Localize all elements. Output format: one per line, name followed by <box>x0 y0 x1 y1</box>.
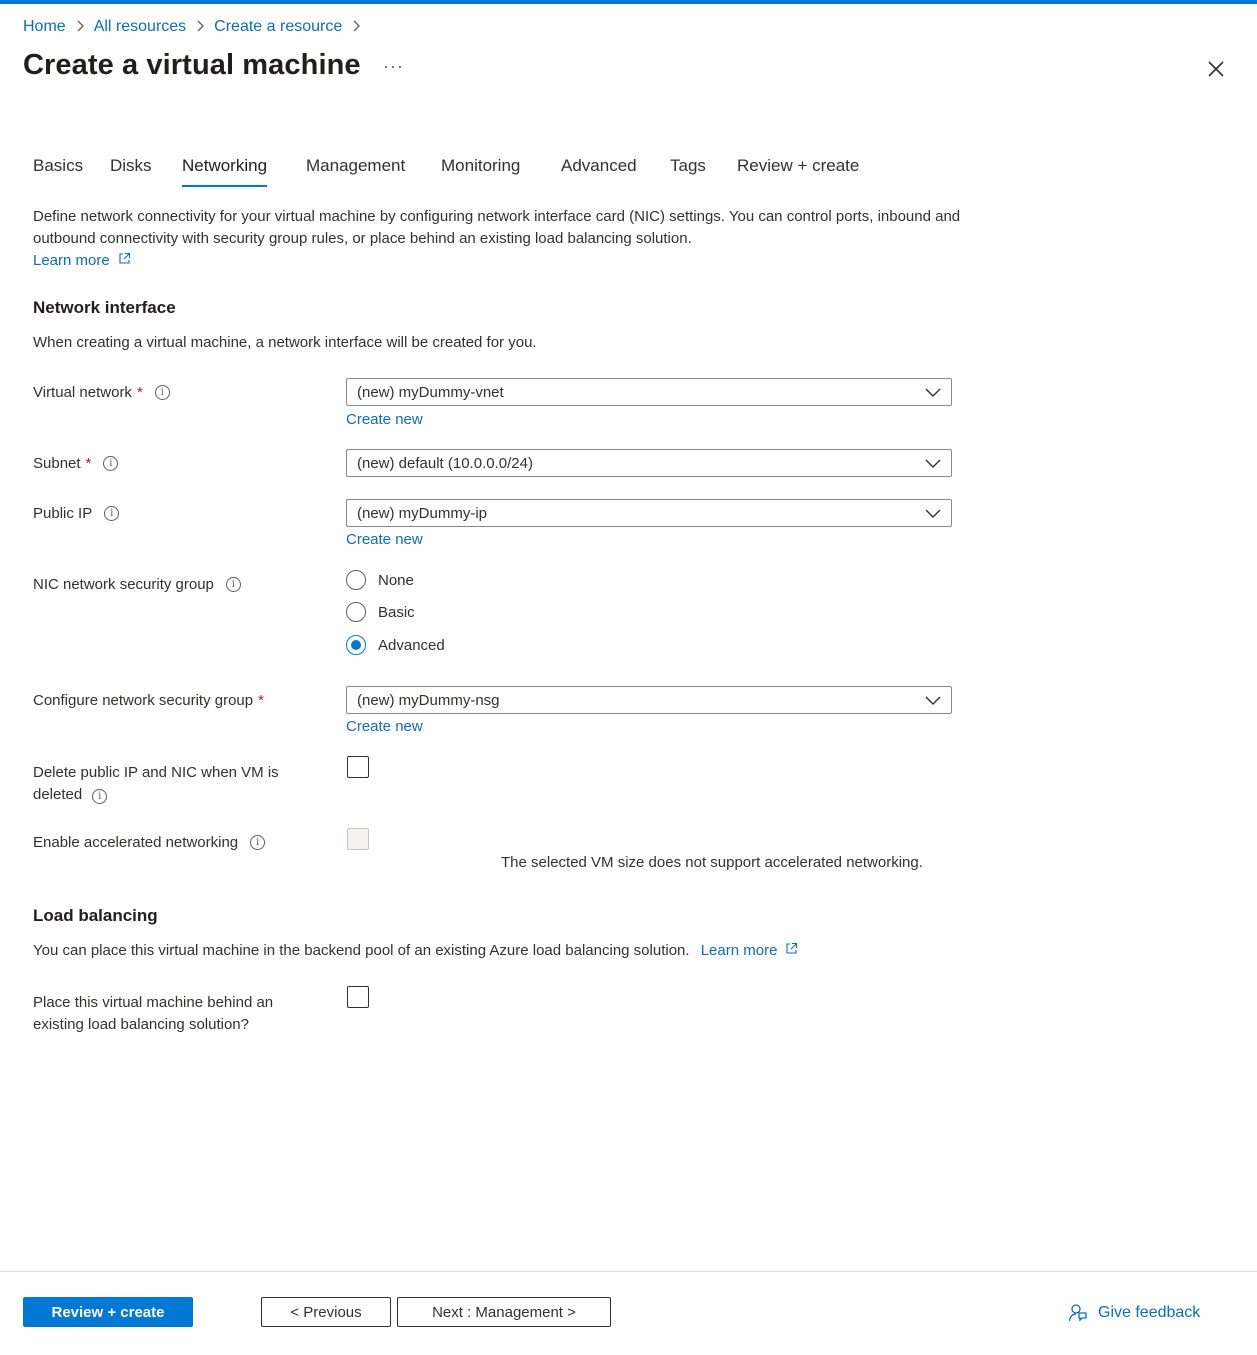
delete-public-ip-label-line1: Delete public IP and NIC when VM is <box>33 764 279 781</box>
intro-description: Define network connectivity for your vir… <box>33 206 963 272</box>
nsg-radio-advanced[interactable]: Advanced <box>346 635 445 655</box>
network-interface-heading: Network interface <box>33 298 176 317</box>
public-ip-label: Public IP i <box>33 505 120 522</box>
subnet-value: (new) default (10.0.0.0/24) <box>357 454 533 472</box>
close-button[interactable] <box>1205 58 1227 80</box>
place-behind-lb-label-line2: existing load balancing solution? <box>33 1016 249 1033</box>
info-icon[interactable]: i <box>225 577 241 592</box>
nsg-radio-none[interactable]: None <box>346 570 414 590</box>
radio-label: Advanced <box>378 636 445 654</box>
next-management-button[interactable]: Next : Management > <box>397 1297 611 1327</box>
create-new-public-ip-link[interactable]: Create new <box>346 531 423 548</box>
required-asterisk: * <box>136 384 143 401</box>
learn-more-label: Learn more <box>700 942 778 959</box>
radio-circle <box>346 570 366 590</box>
chevron-down-icon <box>925 696 941 705</box>
delete-public-ip-checkbox[interactable] <box>347 756 369 778</box>
top-accent-bar <box>0 0 1257 4</box>
place-behind-lb-label-line1: Place this virtual machine behind an <box>33 994 274 1011</box>
info-icon[interactable]: i <box>103 456 119 471</box>
configure-nsg-dropdown[interactable]: (new) myDummy-nsg <box>346 686 952 714</box>
create-new-vnet-link[interactable]: Create new <box>346 411 423 428</box>
intro-text: Define network connectivity for your vir… <box>33 208 961 247</box>
chevron-down-icon <box>925 388 941 397</box>
virtual-network-label: Virtual network * i <box>33 384 170 401</box>
network-interface-description: When creating a virtual machine, a netwo… <box>33 334 537 351</box>
chevron-right-icon <box>196 19 205 35</box>
delete-public-ip-label-line2: deleted <box>33 786 83 803</box>
page-title: Create a virtual machine <box>23 49 361 81</box>
configure-nsg-value: (new) myDummy-nsg <box>357 691 500 709</box>
radio-label: Basic <box>378 603 415 621</box>
radio-label: None <box>378 571 414 589</box>
info-icon[interactable]: i <box>104 506 120 521</box>
place-behind-lb-label: Place this virtual machine behind an exi… <box>33 992 273 1036</box>
load-balancing-description-text: You can place this virtual machine in th… <box>33 942 690 959</box>
external-link-icon <box>119 252 130 264</box>
previous-button[interactable]: < Previous <box>261 1297 391 1327</box>
tab-monitoring[interactable]: Monitoring <box>441 156 520 176</box>
chevron-right-icon <box>76 19 84 35</box>
radio-circle-selected <box>346 635 366 655</box>
review-create-button[interactable]: Review + create <box>23 1297 193 1327</box>
tab-disks[interactable]: Disks <box>110 156 152 176</box>
footer-divider <box>0 1271 1257 1272</box>
load-balancing-learn-more-link[interactable]: Learn more <box>701 942 798 959</box>
public-ip-dropdown[interactable]: (new) myDummy-ip <box>346 499 952 527</box>
breadcrumb-all-resources[interactable]: All resources <box>94 18 186 36</box>
more-options-button[interactable]: ··· <box>383 56 404 77</box>
nic-nsg-label-text: NIC network security group <box>33 576 214 593</box>
required-asterisk: * <box>85 455 92 472</box>
tab-management[interactable]: Management <box>306 156 405 176</box>
accelerated-networking-label-text: Enable accelerated networking <box>33 834 239 851</box>
feedback-icon <box>1068 1304 1087 1322</box>
info-icon[interactable]: i <box>250 835 266 850</box>
tab-networking[interactable]: Networking <box>182 156 268 187</box>
virtual-network-label-text: Virtual network <box>33 384 132 401</box>
load-balancing-description: You can place this virtual machine in th… <box>33 942 798 959</box>
info-icon[interactable]: i <box>154 385 170 400</box>
info-icon[interactable]: i <box>92 789 108 804</box>
subnet-label: Subnet * i <box>33 455 119 472</box>
configure-nsg-label-text: Configure network security group <box>33 692 254 709</box>
accelerated-networking-note: The selected VM size does not support ac… <box>501 854 923 871</box>
place-behind-lb-checkbox[interactable] <box>347 986 369 1008</box>
breadcrumb: Home All resources Create a resource <box>23 16 370 38</box>
breadcrumb-create-resource[interactable]: Create a resource <box>214 18 342 36</box>
nic-nsg-label: NIC network security group i <box>33 576 241 593</box>
learn-more-label: Learn more <box>33 252 110 269</box>
delete-public-ip-label: Delete public IP and NIC when VM is dele… <box>33 762 279 806</box>
tab-tags[interactable]: Tags <box>670 156 706 176</box>
close-icon <box>1208 61 1224 77</box>
create-new-nsg-link[interactable]: Create new <box>346 718 423 735</box>
public-ip-label-text: Public IP <box>33 505 93 522</box>
tab-basics[interactable]: Basics <box>33 156 83 176</box>
radio-circle <box>346 602 366 622</box>
external-link-icon <box>786 942 797 954</box>
chevron-right-icon <box>352 19 361 35</box>
accelerated-networking-label: Enable accelerated networking i <box>33 834 266 851</box>
required-asterisk: * <box>258 692 264 709</box>
virtual-network-dropdown[interactable]: (new) myDummy-vnet <box>346 378 952 406</box>
subnet-dropdown[interactable]: (new) default (10.0.0.0/24) <box>346 449 952 477</box>
tab-review-create[interactable]: Review + create <box>737 156 859 176</box>
accelerated-networking-checkbox <box>347 828 369 850</box>
nsg-radio-basic[interactable]: Basic <box>346 602 415 622</box>
give-feedback-label: Give feedback <box>1098 1304 1201 1321</box>
breadcrumb-home[interactable]: Home <box>23 18 66 36</box>
tab-advanced[interactable]: Advanced <box>561 156 637 176</box>
public-ip-value: (new) myDummy-ip <box>357 504 488 522</box>
virtual-network-value: (new) myDummy-vnet <box>357 383 504 401</box>
give-feedback-link[interactable]: Give feedback <box>1068 1303 1200 1323</box>
load-balancing-heading: Load balancing <box>33 906 158 925</box>
chevron-down-icon <box>925 509 941 518</box>
learn-more-link[interactable]: Learn more <box>33 252 131 269</box>
subnet-label-text: Subnet <box>33 455 81 472</box>
chevron-down-icon <box>925 459 941 468</box>
configure-nsg-label: Configure network security group * <box>33 692 264 709</box>
